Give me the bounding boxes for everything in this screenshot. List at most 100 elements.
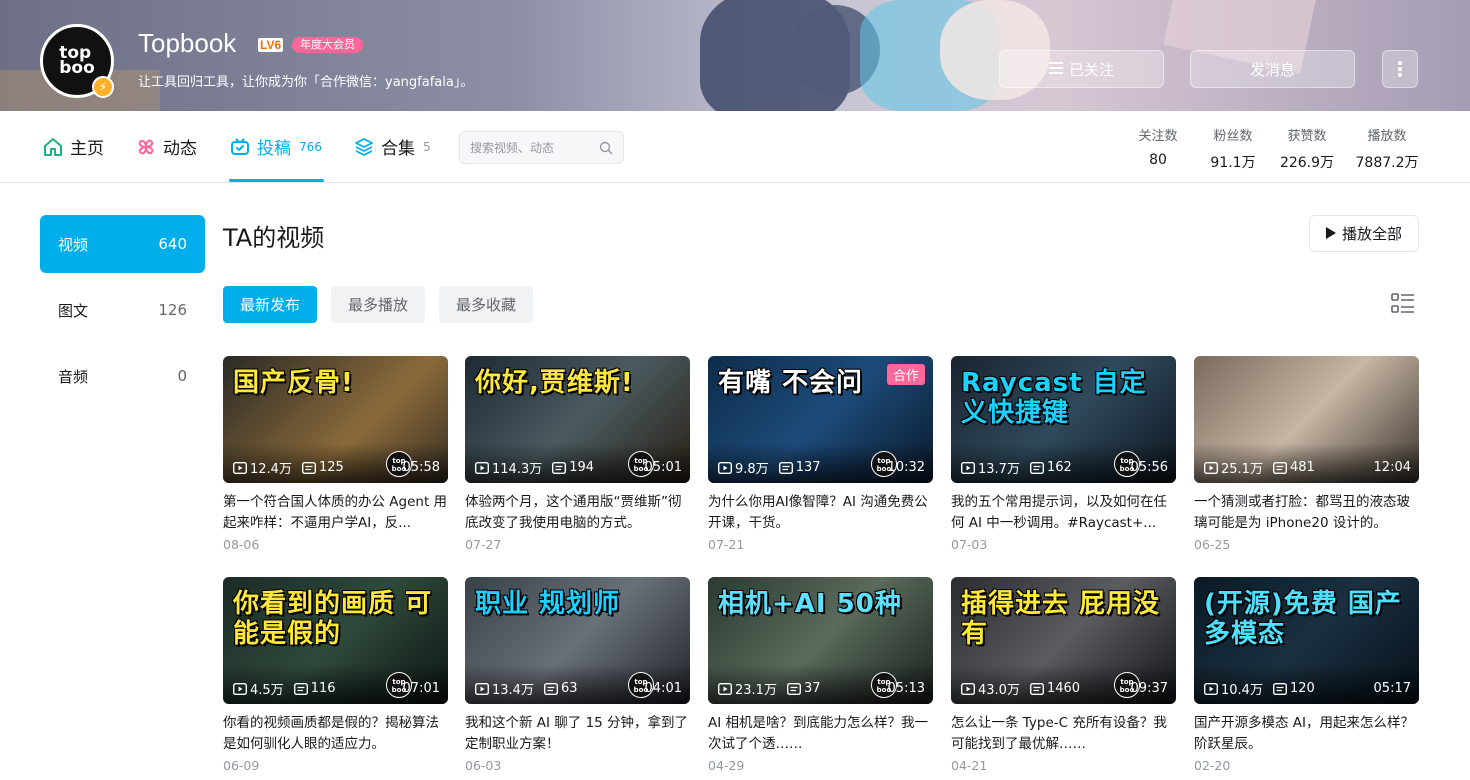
tab-home-label: 主页: [70, 139, 104, 159]
video-card[interactable]: 有嘴 不会问 合作 top boo 9.8万 137 10:32 为什么你用AI像智障？AI …: [708, 356, 933, 552]
list-view-icon[interactable]: [1391, 292, 1415, 320]
play-all-label: 播放全部: [1341, 225, 1402, 243]
play-all-button[interactable]: 播放全部: [1309, 215, 1419, 252]
sidebar-item-label: 图文: [58, 301, 89, 320]
danmaku-count: 120: [1289, 681, 1315, 696]
play-count-icon: [718, 461, 732, 474]
video-title[interactable]: 你看的视频画质都是假的？揭秘算法是如何驯化人眼的适应力。: [223, 713, 448, 755]
play-count-icon: [961, 682, 975, 695]
video-card[interactable]: 职业 规划师 top boo 13.4万 63 04:01 我和这个新 AI 聊了 15 分…: [465, 577, 690, 773]
thumbnail-headline: 职业 规划师: [475, 589, 621, 619]
video-card[interactable]: Raycast 自定义快捷键 top boo 13.7万 162 05:56 我的五个常用提…: [951, 356, 1176, 552]
danmaku-stat: 194: [552, 460, 594, 475]
video-stats: 114.3万 194 05:01: [475, 458, 682, 477]
search-input[interactable]: [470, 132, 595, 163]
play-count-icon: [233, 461, 247, 474]
video-title[interactable]: AI 相机是啥？到底能力怎么样？我一次试了个透……: [708, 713, 933, 755]
video-thumbnail[interactable]: Raycast 自定义快捷键 top boo 13.7万 162 05:56: [951, 356, 1176, 483]
stat-following[interactable]: 关注数 80: [1136, 125, 1180, 168]
more-options-button[interactable]: ⋮: [1382, 50, 1418, 88]
video-card[interactable]: 相机+AI 50种 top boo 23.1万 37 05:13 AI 相机是啥？到底能力怎…: [708, 577, 933, 773]
tab-uploads[interactable]: 投稿 766: [229, 111, 324, 182]
section-title: TA的视频: [223, 224, 325, 252]
thumbnail-headline: 插得进去 屁用没有: [961, 589, 1161, 649]
message-button[interactable]: 发消息: [1190, 50, 1355, 88]
video-thumbnail[interactable]: 相机+AI 50种 top boo 23.1万 37 05:13: [708, 577, 933, 704]
video-card[interactable]: (开源)免费 国产多模态 10.4万 120 05:17 国产开源多模态 AI，用起来怎…: [1194, 577, 1419, 773]
search-icon[interactable]: [599, 140, 613, 159]
play-count-icon: [233, 682, 247, 695]
sidebar-item-audio[interactable]: 音频 0: [40, 347, 205, 405]
tab-dynamic-label: 动态: [163, 139, 197, 159]
verified-badge-icon: ⚡: [92, 76, 114, 98]
video-card[interactable]: 国产反骨! top boo 12.4万 125 05:58 第一个符合国人体质的办公 Age…: [223, 356, 448, 552]
tab-dynamic[interactable]: 动态: [135, 111, 197, 182]
views-stat: 10.4万: [1204, 679, 1263, 698]
video-title[interactable]: 为什么你用AI像智障？AI 沟通免费公开课，干货。: [708, 492, 933, 534]
danmaku-icon: [1272, 461, 1287, 474]
danmaku-icon: [543, 682, 558, 695]
video-thumbnail[interactable]: 插得进去 屁用没有 top boo 43.0万 1460 09:37: [951, 577, 1176, 704]
views-count: 9.8万: [735, 462, 769, 477]
danmaku-icon: [301, 461, 316, 474]
followed-button[interactable]: 已关注: [999, 50, 1164, 88]
stat-label: 粉丝数: [1213, 129, 1253, 144]
video-card[interactable]: 你看到的画质 可能是假的 top boo 4.5万 116 07:01 你看的视频画质都是假…: [223, 577, 448, 773]
video-thumbnail[interactable]: 你看到的画质 可能是假的 top boo 4.5万 116 07:01: [223, 577, 448, 704]
video-title[interactable]: 怎么让一条 Type-C 充所有设备？我可能找到了最优解……: [951, 713, 1176, 755]
sort-latest[interactable]: 最新发布: [223, 286, 318, 323]
video-thumbnail[interactable]: 你好,贾维斯! top boo 114.3万 194 05:01: [465, 356, 690, 483]
publish-date: 06-09: [223, 758, 260, 773]
danmaku-stat: 116: [293, 681, 336, 696]
stat-value: 80: [1149, 152, 1167, 168]
video-thumbnail[interactable]: 25.1万 481 12:04: [1194, 356, 1419, 483]
tab-collections[interactable]: 合集 5: [353, 111, 431, 182]
views-count: 10.4万: [1221, 683, 1263, 698]
views-stat: 4.5万: [233, 679, 284, 698]
publish-date: 06-25: [1194, 537, 1231, 552]
thumbnail-headline: 相机+AI 50种: [718, 589, 902, 619]
danmaku-stat: 63: [543, 681, 578, 696]
danmaku-count: 125: [318, 460, 344, 475]
video-thumbnail[interactable]: 国产反骨! top boo 12.4万 125 05:58: [223, 356, 448, 483]
video-thumbnail[interactable]: (开源)免费 国产多模态 10.4万 120 05:17: [1194, 577, 1419, 704]
danmaku-icon: [786, 682, 801, 695]
video-stats: 4.5万 116 07:01: [233, 679, 440, 698]
video-title[interactable]: 体验两个月，这个通用版“贾维斯”彻底改变了我使用电脑的方式。: [465, 492, 690, 534]
video-title[interactable]: 我和这个新 AI 聊了 15 分钟，拿到了定制职业方案！: [465, 713, 690, 755]
sidebar-item-video[interactable]: 视频 640: [40, 215, 205, 273]
video-title[interactable]: 一个猜测或者打脸：都骂丑的液态玻璃可能是为 iPhone20 设计的。: [1194, 492, 1419, 534]
search-box[interactable]: [459, 131, 624, 164]
play-count-icon: [718, 682, 732, 695]
tab-home[interactable]: 主页: [42, 111, 104, 182]
sort-most-favorited[interactable]: 最多收藏: [439, 286, 534, 323]
sidebar-item-count: 126: [158, 301, 187, 319]
duration: 05:01: [644, 460, 682, 475]
video-thumbnail[interactable]: 有嘴 不会问 合作 top boo 9.8万 137 10:32: [708, 356, 933, 483]
video-title[interactable]: 我的五个常用提示词，以及如何在任何 AI 中一秒调用。#Raycast+...: [951, 492, 1176, 534]
video-card[interactable]: 你好,贾维斯! top boo 114.3万 194 05:01 体验两个月，这个通用版“贾…: [465, 356, 690, 552]
video-card[interactable]: 插得进去 屁用没有 top boo 43.0万 1460 09:37 怎么让一条 Type-…: [951, 577, 1176, 773]
play-count-icon: [1204, 682, 1218, 695]
sort-most-played[interactable]: 最多播放: [331, 286, 426, 323]
more-vertical-icon: ⋮: [1390, 57, 1410, 81]
danmaku-icon: [552, 461, 567, 474]
vip-badge[interactable]: 年度大会员: [292, 37, 363, 53]
stat-followers[interactable]: 粉丝数 91.1万: [1205, 125, 1261, 172]
publish-date: 08-06: [223, 537, 260, 552]
stat-plays: 播放数 7887.2万: [1352, 125, 1422, 172]
danmaku-stat: 162: [1029, 460, 1072, 475]
sidebar-item-article[interactable]: 图文 126: [40, 281, 205, 339]
video-thumbnail[interactable]: 职业 规划师 top boo 13.4万 63 04:01: [465, 577, 690, 704]
stat-label: 获赞数: [1287, 129, 1327, 144]
views-count: 43.0万: [978, 683, 1020, 698]
video-title[interactable]: 国产开源多模态 AI，用起来怎么样？阶跃星辰。: [1194, 713, 1419, 755]
video-card[interactable]: 25.1万 481 12:04 一个猜测或者打脸：都骂丑的液态玻璃可能是为 iPhon…: [1194, 356, 1419, 552]
avatar-logo-text: top boo: [59, 43, 95, 78]
video-title[interactable]: 第一个符合国人体质的办公 Agent 用起来咋样：不逼用户学AI，反...: [223, 492, 448, 534]
views-stat: 12.4万: [233, 458, 292, 477]
tv-icon: [229, 136, 251, 158]
duration: 05:13: [887, 681, 925, 696]
views-count: 25.1万: [1221, 462, 1263, 477]
sidebar-item-label: 音频: [58, 367, 89, 386]
